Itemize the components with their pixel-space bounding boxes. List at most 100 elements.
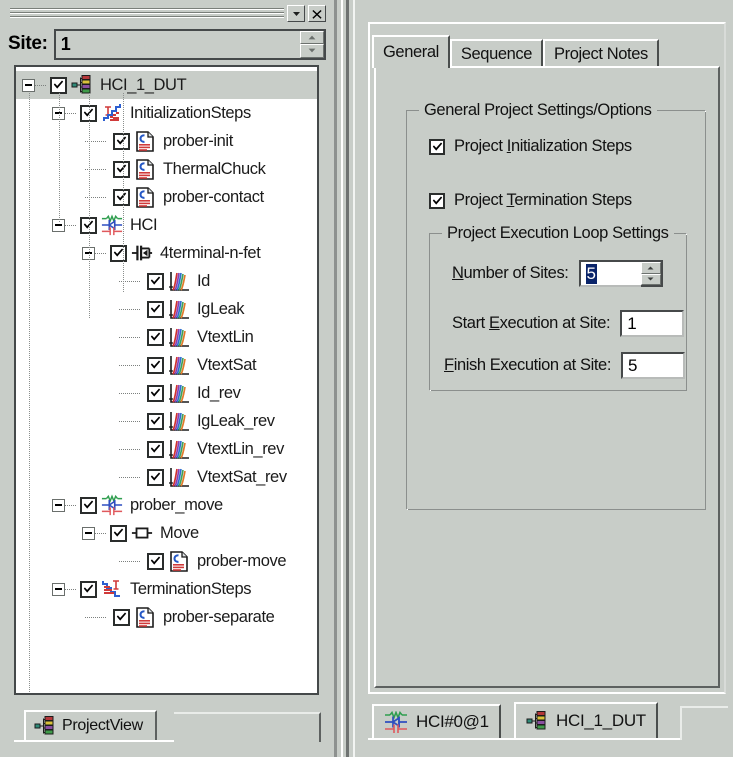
tree-item-checkbox[interactable] <box>113 608 130 626</box>
tab-general[interactable]: General <box>372 35 450 68</box>
tree-item[interactable]: prober-separate <box>16 603 317 631</box>
tree-item[interactable]: prober-init <box>16 127 317 155</box>
tree-item-checkbox[interactable] <box>80 580 97 598</box>
minimize-button[interactable] <box>287 5 305 22</box>
tree-item-label: Id_rev <box>197 383 241 402</box>
tree-item-label: HCI <box>130 215 158 234</box>
site-input[interactable]: 1 <box>53 28 300 60</box>
close-button[interactable] <box>308 5 326 22</box>
number-of-sites-spinner[interactable] <box>640 260 663 287</box>
number-of-sites-spinner-up[interactable] <box>640 262 661 274</box>
tree-item-checkbox[interactable] <box>147 384 164 402</box>
left-tabstrip-filler <box>174 712 321 742</box>
tree-expander-collapse-icon[interactable] <box>22 78 35 92</box>
finish-execution-input[interactable]: 5 <box>621 352 686 379</box>
tree-expander-collapse-icon[interactable] <box>52 582 65 596</box>
number-of-sites-spinbox[interactable]: 5 <box>578 260 663 287</box>
bottom-tab-hci-0-1[interactable]: HCI#0@1 <box>372 704 501 738</box>
tree-item-label: Id <box>197 271 210 290</box>
tree-item-checkbox[interactable] <box>110 244 127 262</box>
start-execution-input[interactable]: 1 <box>620 310 685 337</box>
tree-item-checkbox[interactable] <box>113 132 130 150</box>
number-of-sites-label: Number of Sites: <box>452 264 569 282</box>
site-spinner-down[interactable] <box>300 44 324 58</box>
script-doc-icon <box>134 130 156 152</box>
number-of-sites-spinner-down[interactable] <box>640 273 661 285</box>
graph-plot-icon <box>168 326 190 348</box>
tree-item-checkbox[interactable] <box>50 76 67 94</box>
tree-item[interactable]: HCI_1_DUT <box>16 71 317 99</box>
tree-item[interactable]: IgLeak <box>16 295 317 323</box>
tree-item-checkbox[interactable] <box>147 412 164 430</box>
tree-item[interactable]: prober_move <box>16 491 317 519</box>
checkbox-project-initialization-steps[interactable]: Project Initialization Steps <box>429 137 632 156</box>
tree-item[interactable]: VtextLin_rev <box>16 435 317 463</box>
project-explorer-window: Site: 1 HCI_1_DUT InitializationSteps prob… <box>0 0 332 757</box>
site-spinner-up[interactable] <box>300 30 324 44</box>
tab-projectview[interactable]: ProjectView <box>24 710 157 740</box>
tree-connector-line <box>65 225 77 226</box>
tree-item[interactable]: 4terminal-n-fet <box>16 239 317 267</box>
tree-guide-line <box>59 93 60 223</box>
tree-item[interactable]: VtextSat_rev <box>16 463 317 491</box>
script-doc-icon <box>134 158 156 180</box>
transistor-icon <box>131 242 153 264</box>
right-tabstrip-rest <box>368 738 726 745</box>
tree-item-checkbox[interactable] <box>147 272 164 290</box>
tree-connector-line <box>82 141 110 142</box>
project-settings-window: General Sequence Project Notes General P… <box>360 0 733 757</box>
tree-connector-line <box>95 253 107 254</box>
tree-item-checkbox[interactable] <box>80 496 97 514</box>
splitter-edge-4 <box>353 0 355 757</box>
tree-item[interactable]: ThermalChuck <box>16 155 317 183</box>
site-spinner[interactable] <box>300 28 326 60</box>
device-circuit-icon <box>384 711 408 733</box>
tree-item-checkbox[interactable] <box>113 160 130 178</box>
number-of-sites-input[interactable]: 5 <box>578 260 641 287</box>
project-tree[interactable]: HCI_1_DUT InitializationSteps prober-init T… <box>14 65 319 695</box>
tree-item[interactable]: prober-move <box>16 547 317 575</box>
graph-plot-icon <box>168 382 190 404</box>
tree-connector-line <box>82 169 110 170</box>
tree-item-checkbox[interactable] <box>147 300 164 318</box>
checkbox-init-box[interactable] <box>429 138 445 155</box>
tree-expander-collapse-icon[interactable] <box>82 526 95 540</box>
tree-item[interactable]: InitializationSteps <box>16 99 317 127</box>
tree-item[interactable]: Id_rev <box>16 379 317 407</box>
tree-item[interactable]: VtextSat <box>16 351 317 379</box>
general-settings-title: General Project Settings/Options <box>419 101 657 120</box>
site-field-wrapper: 1 <box>53 28 326 60</box>
site-label: Site: <box>8 33 48 54</box>
execution-loop-groupbox: Project Execution Loop Settings Number o… <box>429 224 687 391</box>
checkbox-term-label: Project Termination Steps <box>454 191 632 209</box>
checkbox-term-box[interactable] <box>429 192 445 209</box>
execution-loop-title: Project Execution Loop Settings <box>442 224 674 243</box>
tree-item[interactable]: VtextLin <box>16 323 317 351</box>
tree-connector-line <box>116 561 144 562</box>
tree-expander-collapse-icon[interactable] <box>52 498 65 512</box>
tree-item-checkbox[interactable] <box>113 188 130 206</box>
checkbox-project-termination-steps[interactable]: Project Termination Steps <box>429 191 632 210</box>
field-number-of-sites: Number of Sites: 5 <box>452 260 663 287</box>
tree-item[interactable]: Move <box>16 519 317 547</box>
bottom-tab-hci-label: HCI#0@1 <box>416 712 489 731</box>
tree-connector-line <box>65 113 77 114</box>
panel-splitter[interactable] <box>332 0 360 757</box>
bottom-tab-hci-1-dut[interactable]: HCI_1_DUT <box>514 702 658 738</box>
tree-item-checkbox[interactable] <box>147 328 164 346</box>
tree-connector-line <box>116 421 144 422</box>
tree-item-checkbox[interactable] <box>110 524 127 542</box>
tree-item[interactable]: HCI <box>16 211 317 239</box>
tab-project-notes[interactable]: Project Notes <box>543 39 659 68</box>
tree-item[interactable]: IgLeak_rev <box>16 407 317 435</box>
tree-item-checkbox[interactable] <box>147 356 164 374</box>
tree-connector-line <box>116 309 144 310</box>
tree-item[interactable]: prober-contact <box>16 183 317 211</box>
tab-sequence[interactable]: Sequence <box>449 39 544 68</box>
tree-item-checkbox[interactable] <box>147 468 164 486</box>
tree-item[interactable]: Id <box>16 267 317 295</box>
tree-item-checkbox[interactable] <box>147 552 164 570</box>
tree-item[interactable]: TerminationSteps <box>16 575 317 603</box>
bottom-tab-hci-dut-label: HCI_1_DUT <box>556 711 646 730</box>
tree-item-checkbox[interactable] <box>147 440 164 458</box>
